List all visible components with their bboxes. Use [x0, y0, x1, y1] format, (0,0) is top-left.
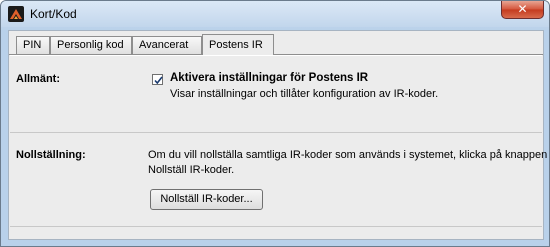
tab-label: PIN [23, 39, 42, 51]
close-button[interactable]: ✕ [501, 1, 544, 19]
general-description: Visar inställningar och tillåter konfigu… [170, 88, 439, 100]
enable-ir-checkbox-label[interactable]: Aktivera inställningar för Postens IR [170, 72, 368, 84]
reset-ir-codes-button[interactable]: Nollställ IR-koder... [150, 189, 263, 210]
enable-ir-checkbox[interactable] [152, 74, 163, 85]
tab-label: Postens IR [209, 39, 263, 51]
checkmark-icon [154, 76, 163, 85]
tab-label: Personlig kod [57, 39, 124, 51]
tab-label: Avancerat [139, 39, 189, 51]
dialog-client-area: PIN Personlig kod Avancerat Postens IR A… [8, 30, 547, 240]
window-title: Kort/Kod [30, 7, 77, 21]
reset-section-label: Nollställning: [16, 149, 86, 161]
tab-personlig-kod[interactable]: Personlig kod [50, 36, 132, 54]
tab-postens-ir[interactable]: Postens IR [202, 34, 274, 55]
title-bar[interactable]: Kort/Kod ✕ [1, 1, 549, 27]
tab-panel-postens-ir: Allmänt: Aktivera inställningar för Post… [10, 55, 547, 239]
reset-description-line1: Om du vill nollställa samtliga IR-koder … [148, 149, 548, 161]
section-divider [10, 132, 542, 133]
app-logo-icon [8, 6, 24, 22]
section-divider-bottom [10, 226, 542, 227]
general-section-label: Allmänt: [16, 73, 60, 85]
tab-pin[interactable]: PIN [16, 36, 50, 54]
close-icon: ✕ [517, 2, 528, 16]
tab-avancerat[interactable]: Avancerat [132, 36, 202, 54]
tab-divider [9, 54, 543, 55]
reset-description-line2: Nollställ IR-koder. [148, 164, 235, 176]
dialog-window: Kort/Kod ✕ PIN Personlig kod Avancerat P… [0, 0, 550, 247]
